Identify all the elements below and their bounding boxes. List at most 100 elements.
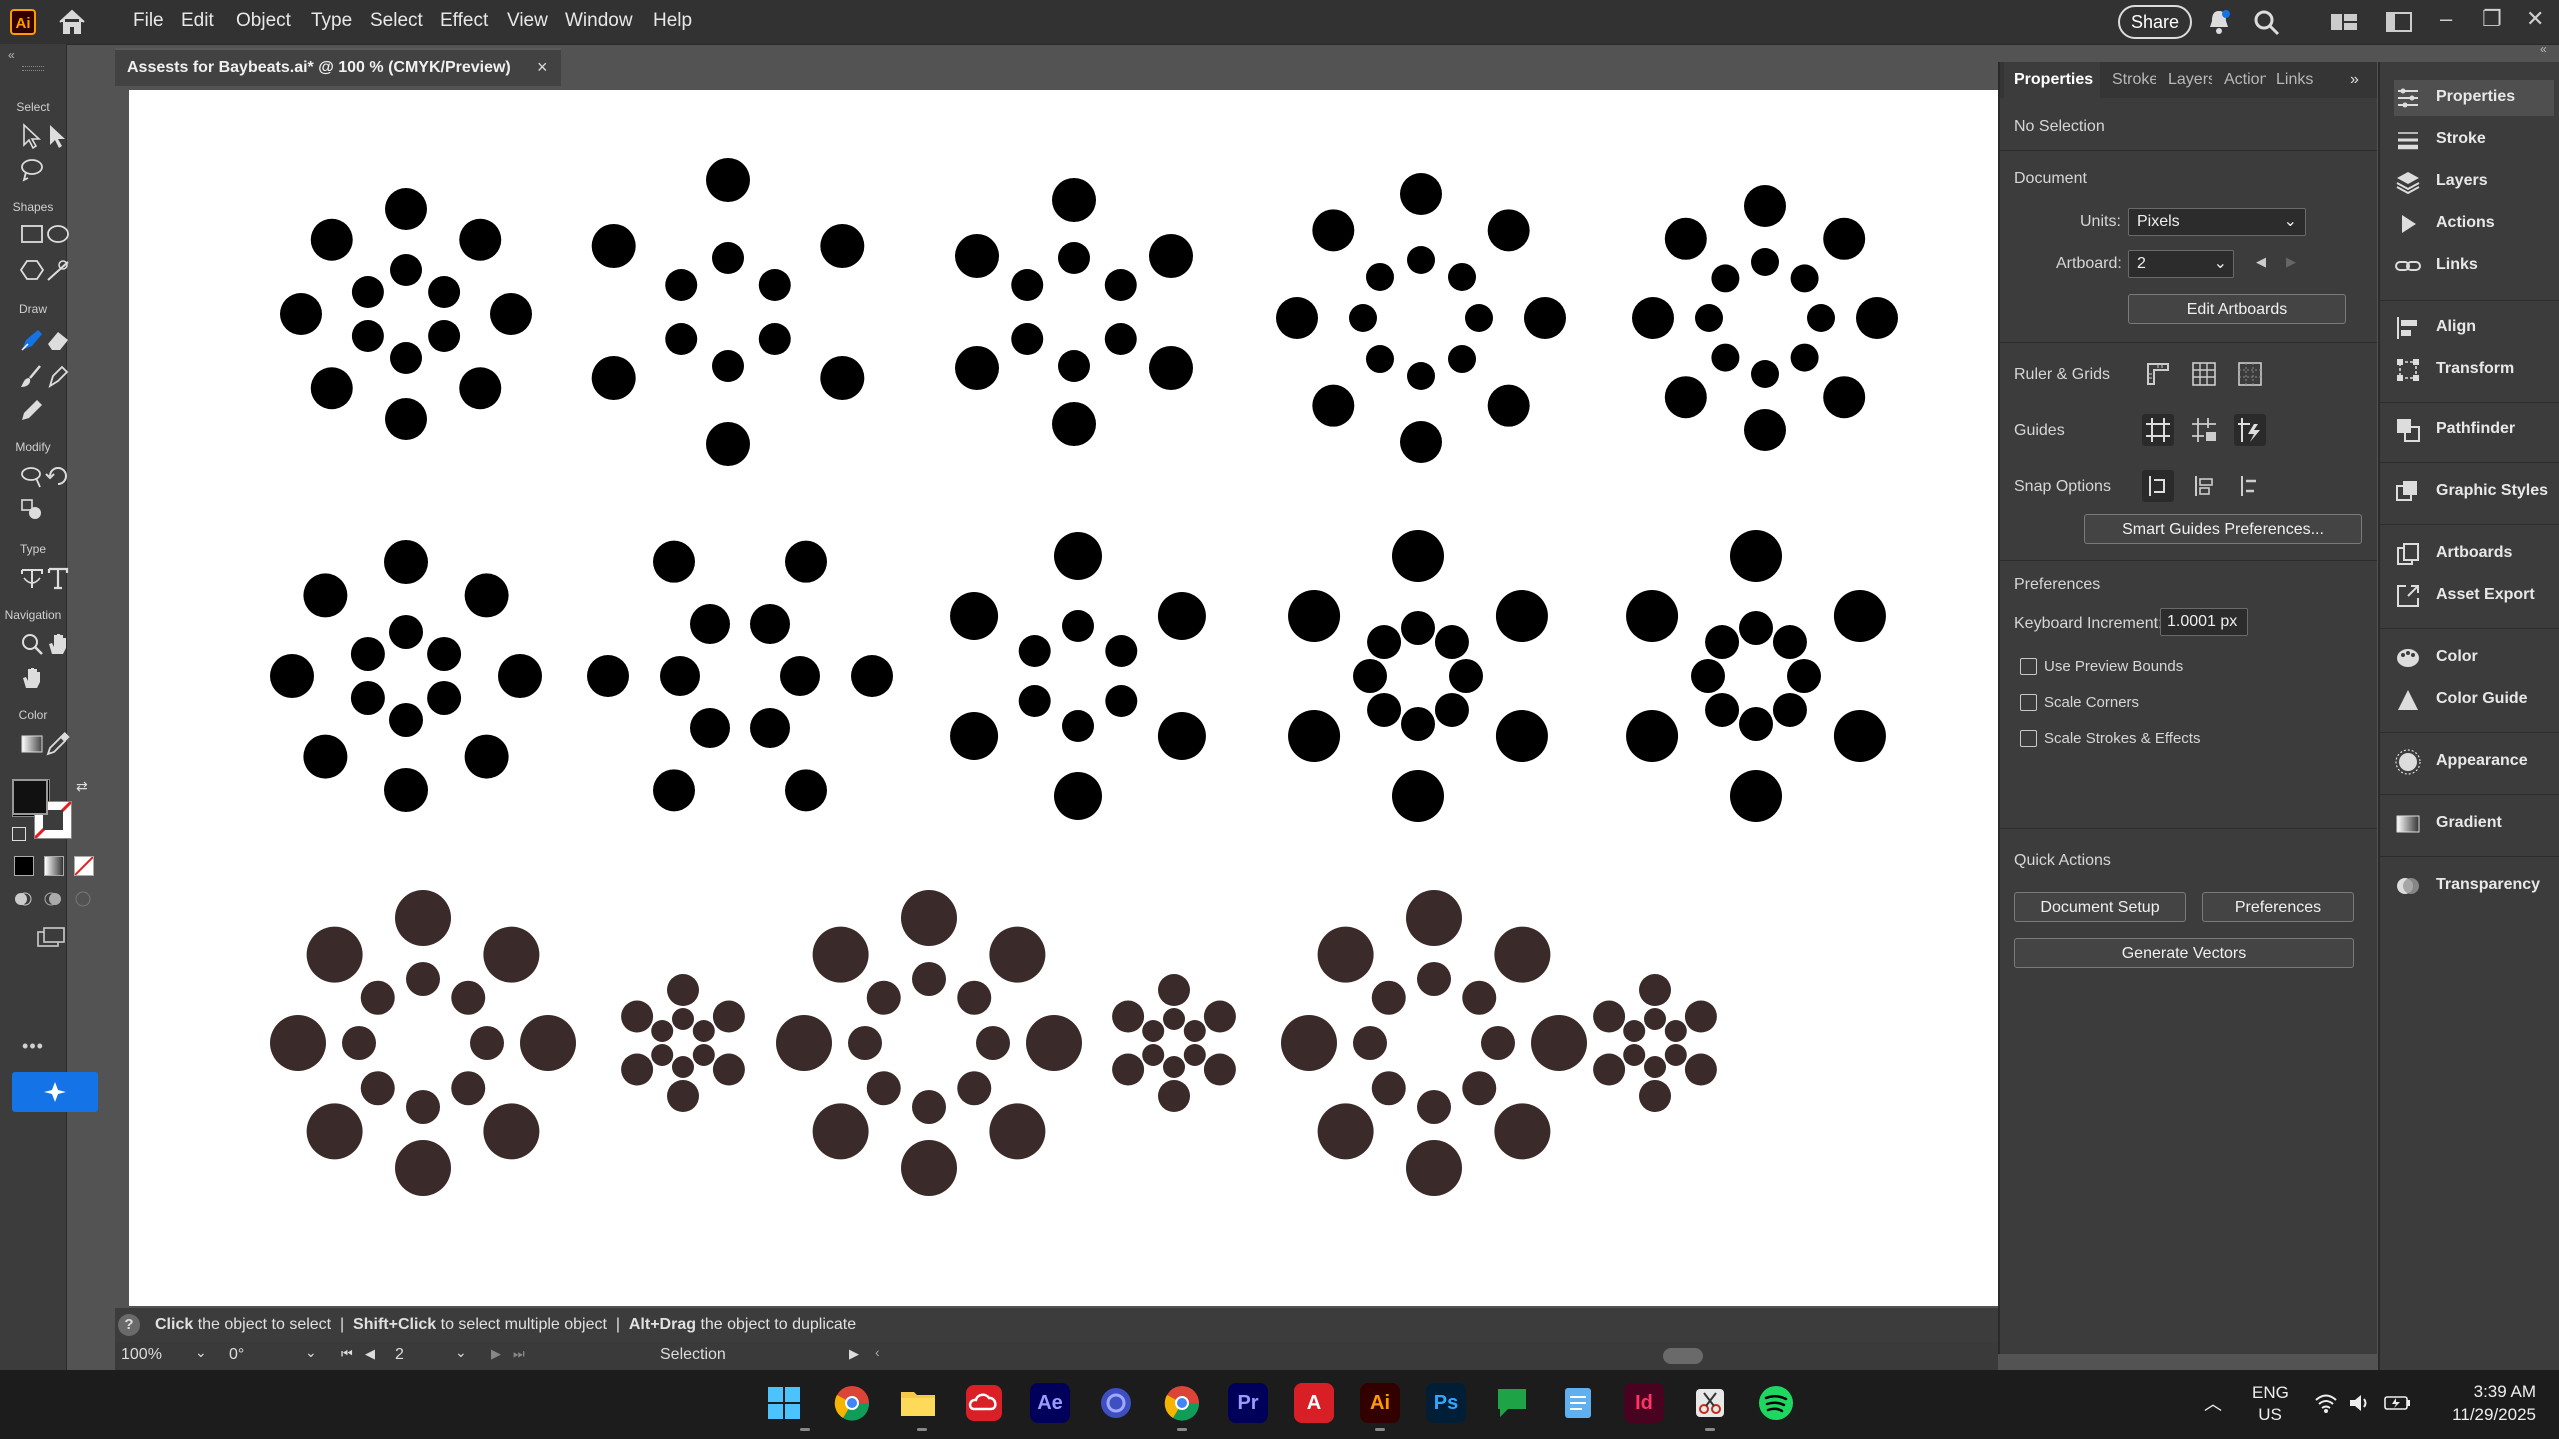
menu-select[interactable]: Select [370,10,423,32]
artwork-dot[interactable] [1052,402,1096,446]
artwork-dot[interactable] [1105,635,1138,667]
strip-align[interactable]: Align [2394,310,2554,346]
last-artboard-icon[interactable]: ⏭ [513,1346,525,1362]
free-transform-icon[interactable] [18,496,46,524]
color-mode-icon[interactable] [14,856,34,876]
artwork-dot[interactable] [351,276,384,308]
artwork-dot[interactable] [1695,304,1723,332]
help-icon[interactable]: ? [118,1314,140,1336]
artwork-dot[interactable] [1052,178,1096,222]
preferences-button[interactable]: Preferences [2202,892,2354,922]
artboard-number[interactable]: 2 [395,1346,404,1364]
snap-to-pixel-icon[interactable] [2234,470,2266,502]
artwork-dot[interactable] [1462,1071,1497,1106]
artwork-dot[interactable] [976,1026,1010,1060]
ellipse-tool-icon[interactable] [44,220,72,248]
artwork-dot[interactable] [1744,185,1786,227]
artwork-dot[interactable] [812,926,869,983]
artwork-dot[interactable] [1392,770,1444,822]
artwork-dot[interactable] [665,269,698,301]
artwork-dot[interactable] [1183,1020,1206,1042]
strip-transparency[interactable]: Transparency [2394,868,2554,904]
artwork-dot[interactable] [1062,710,1094,742]
artwork-dot[interactable] [1365,262,1394,291]
artwork-dot[interactable] [1639,974,1671,1006]
artwork-dot[interactable] [1058,242,1090,274]
strip-actions[interactable]: Actions [2394,206,2554,242]
artwork-dot[interactable] [851,655,893,697]
selection-tool-icon[interactable] [18,122,46,150]
artwork-dot[interactable] [351,320,384,352]
artwork-dot[interactable] [1407,362,1435,390]
smart-guides-icon[interactable] [2234,414,2266,446]
artwork-dot[interactable] [1104,269,1137,301]
smart-guides-preferences-button[interactable]: Smart Guides Preferences... [2084,514,2362,544]
artwork-dot[interactable] [1494,926,1551,983]
menu-effect[interactable]: Effect [440,10,488,32]
screen-mode-icon[interactable] [36,926,66,950]
artwork-dot[interactable] [665,323,698,355]
windows-start-icon[interactable] [764,1383,804,1423]
artwork-dot[interactable] [303,734,348,779]
tab-properties[interactable]: Properties [2014,71,2093,89]
artwork-dot[interactable] [1833,710,1886,762]
show-guides-icon[interactable] [2142,414,2174,446]
draw-normal-icon[interactable] [14,890,32,908]
artwork-dot[interactable] [989,926,1046,983]
artwork-dot[interactable] [1751,248,1779,276]
artwork-dot[interactable] [1054,772,1102,820]
artwork-dot[interactable] [1790,343,1819,372]
artboard-chevron-icon[interactable]: ⌄ [455,1344,467,1361]
artwork-dot[interactable] [957,980,992,1015]
artwork-dot[interactable] [1157,712,1206,760]
strip-color-guide[interactable]: Color Guide [2394,682,2554,718]
artwork-dot[interactable] [587,655,629,697]
line-tool-icon[interactable] [44,256,72,284]
first-artboard-icon[interactable]: ⏮ [341,1346,353,1362]
artwork-dot[interactable] [1739,707,1773,741]
snap-to-point-icon[interactable] [2142,470,2174,502]
type-tool-icon[interactable] [44,564,72,592]
volume-icon[interactable] [2348,1392,2372,1414]
artwork-dot[interactable] [1711,343,1740,372]
artwork-dot[interactable] [989,1103,1046,1160]
artwork-dot[interactable] [591,224,636,268]
hand-tool-icon[interactable] [44,630,72,658]
artwork-dot[interactable] [690,707,730,748]
artwork-dot[interactable] [451,980,486,1015]
artwork-dot[interactable] [1018,635,1051,667]
artwork-dot[interactable] [866,980,901,1015]
artwork-dot[interactable] [591,356,636,400]
restore-icon[interactable]: ❐ [2482,6,2502,32]
artwork-dot[interactable] [498,654,542,698]
artwork-dot[interactable] [1158,1080,1190,1112]
artwork-dot[interactable] [1705,625,1740,660]
artwork-dot[interactable] [483,1103,540,1160]
artwork-dot[interactable] [310,367,353,410]
artwork-dot[interactable] [1684,1000,1717,1033]
artwork-dot[interactable] [395,1140,451,1196]
artwork-dot[interactable] [1462,980,1497,1015]
artwork-dot[interactable] [1639,1080,1671,1112]
artwork-dot[interactable] [1365,345,1394,374]
chrome-icon[interactable] [1162,1383,1202,1423]
rotate-tool-icon[interactable] [44,462,72,490]
home-icon[interactable] [56,8,88,36]
artwork-dot[interactable] [1434,625,1469,660]
strip-layers[interactable]: Layers [2394,164,2554,200]
artwork-dot[interactable] [1823,376,1866,419]
artwork-dot[interactable] [820,356,865,400]
artwork-dot[interactable] [866,1071,901,1106]
artwork-dot[interactable] [1593,1000,1626,1033]
artwork-dot[interactable] [1417,1090,1451,1124]
strip-appearance[interactable]: Appearance [2394,744,2554,780]
artwork-dot[interactable] [1148,346,1193,390]
artwork-dot[interactable] [1744,409,1786,451]
artwork-dot[interactable] [1367,692,1402,727]
tab-actions[interactable]: Actions [2224,71,2266,89]
artwork-dot[interactable] [385,188,427,230]
artwork-dot[interactable] [1856,297,1898,339]
artwork-dot[interactable] [912,1090,946,1124]
artwork-dot[interactable] [812,1103,869,1160]
default-colors-icon[interactable] [12,827,26,841]
